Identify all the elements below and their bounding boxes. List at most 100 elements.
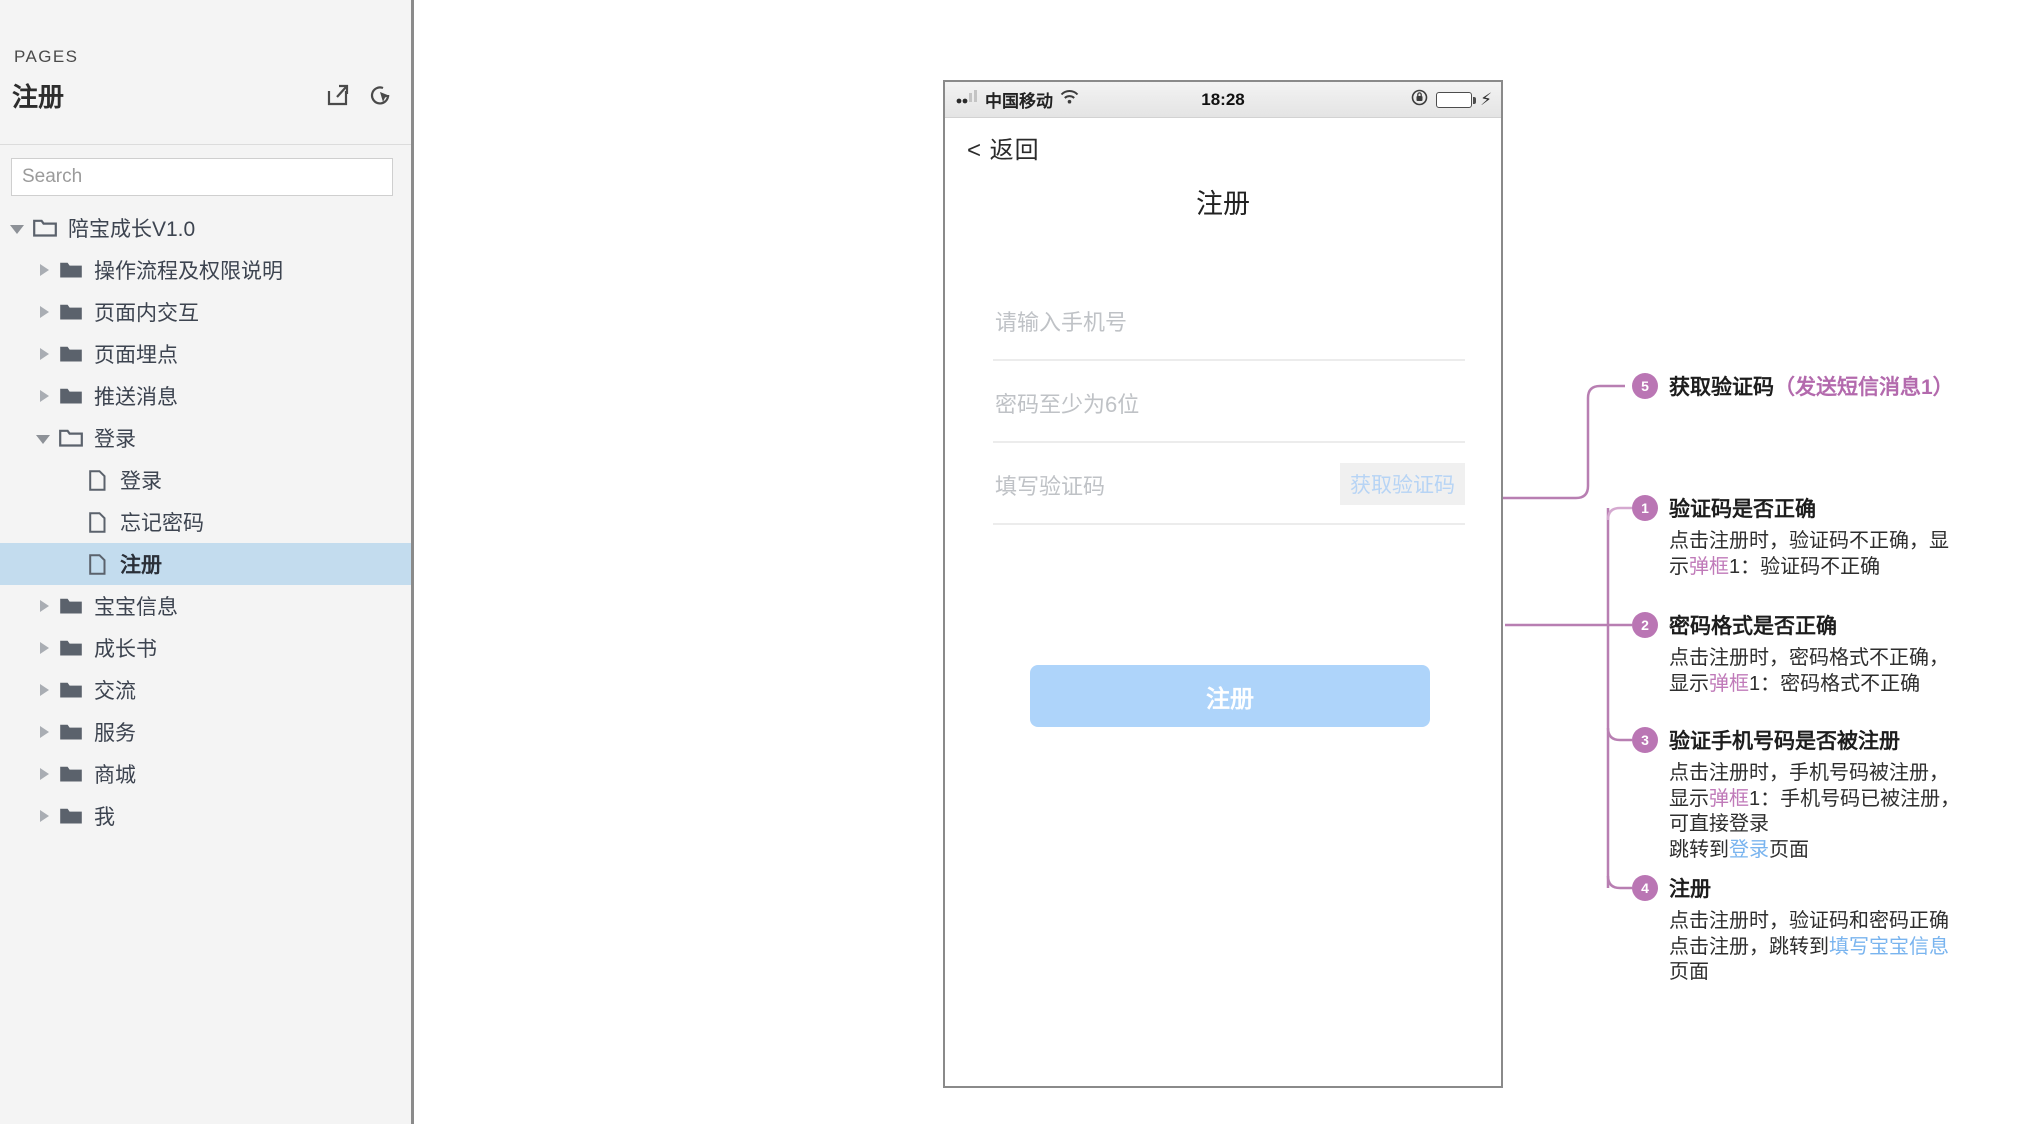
annotation-text: 1：手机号码已被注册， (1749, 787, 1961, 810)
annotation-text: 点击注册时，验证码不正确，显 (1669, 530, 1949, 552)
tree-item-8[interactable]: 忘记密码 (0, 501, 411, 543)
annotation-text: 1：验证码不正确 (1729, 555, 1881, 578)
annotation-badge: 5 (1632, 373, 1658, 399)
annotation-text: 示 (1669, 555, 1689, 578)
chevron-right-icon[interactable] (34, 711, 56, 753)
statusbar-right: ⚡ (1411, 89, 1492, 111)
export-icon[interactable] (327, 84, 349, 106)
verification-code-field[interactable]: 填写验证码 获取验证码 (993, 443, 1465, 525)
annotation-text: 可直接登录 (1669, 813, 1769, 836)
chevron-down-icon[interactable] (8, 207, 30, 249)
rotation-lock-icon (1411, 89, 1428, 111)
chevron-right-icon[interactable] (34, 375, 56, 417)
annotation-text: 点击注册时，手机号码被注册， (1669, 762, 1949, 784)
tree-item-14[interactable]: 商城 (0, 753, 411, 795)
annotation-body: 点击注册时，手机号码被注册， 显示弹框1：手机号码已被注册， 可直接登录 跳转到登录页… (1669, 761, 1960, 863)
folder-icon (56, 386, 86, 406)
annotation-2: 2 密码格式是否正确 点击注册时，密码格式不正确， 显示弹框1：密码格式不正确 (1632, 610, 1949, 697)
chevron-right-icon[interactable] (34, 291, 56, 333)
annotation-text: 点击注册，跳转到 (1669, 935, 1829, 958)
chevron-right-icon[interactable] (34, 585, 56, 627)
annotation-line: 跳转到登录页面 (1669, 838, 1960, 864)
tree-item-15[interactable]: 我 (0, 795, 411, 837)
tree-item-1[interactable]: 陪宝成长V1.0 (0, 207, 411, 249)
tree-item-label: 注册 (120, 554, 162, 577)
tree-item-3[interactable]: 页面内交互 (0, 291, 411, 333)
annotation-title-note: （发送短信消息1） (1774, 376, 1954, 399)
annotation-line: 点击注册，跳转到填写宝宝信息 (1669, 935, 1949, 961)
page-icon (82, 469, 112, 491)
register-button[interactable]: 注册 (1030, 665, 1430, 727)
tree-item-label: 宝宝信息 (94, 596, 178, 619)
folder-icon (56, 806, 86, 826)
annotation-line: 显示弹框1：手机号码已被注册， (1669, 787, 1960, 813)
back-button[interactable]: < 返回 (967, 130, 1040, 165)
annotation-header: 3 验证手机号码是否被注册 (1632, 725, 1960, 755)
password-field[interactable]: 密码至少为6位 (993, 361, 1465, 443)
pages-sidebar: PAGES 注册 陪宝成长V1.0 操作流程及权限说明页面内交互页面埋点推送消息登… (0, 0, 414, 1124)
tree-item-13[interactable]: 服务 (0, 711, 411, 753)
tree-item-11[interactable]: 成长书 (0, 627, 411, 669)
highlight-dialog-ref: 弹框 (1709, 787, 1749, 810)
annotation-text: 跳转到 (1669, 838, 1729, 861)
tree-item-10[interactable]: 宝宝信息 (0, 585, 411, 627)
sidebar-header-actions (327, 84, 393, 106)
annotation-line: 示弹框1：验证码不正确 (1669, 555, 1949, 581)
tree-item-label: 页面内交互 (94, 302, 199, 325)
get-verification-code-button[interactable]: 获取验证码 (1340, 463, 1465, 505)
highlight-page-link[interactable]: 登录 (1729, 839, 1769, 861)
annotation-text: 显示 (1669, 672, 1709, 695)
annotation-text: 显示 (1669, 787, 1709, 810)
chevron-right-icon[interactable] (34, 627, 56, 669)
preview-icon[interactable] (369, 84, 393, 106)
tree-item-label: 忘记密码 (120, 512, 204, 535)
annotation-text: 页面 (1769, 838, 1809, 861)
chevron-down-icon[interactable] (34, 417, 56, 459)
tree-item-label: 推送消息 (94, 386, 178, 409)
folder-icon (56, 302, 86, 322)
phone-number-field[interactable]: 请输入手机号 (993, 279, 1465, 361)
field-underline (993, 523, 1465, 525)
charging-icon: ⚡ (1480, 90, 1492, 109)
tree-item-9[interactable]: 注册 (0, 543, 411, 585)
annotation-text: 页面 (1669, 961, 1709, 984)
chevron-right-icon[interactable] (34, 669, 56, 711)
chevron-right-icon[interactable] (34, 753, 56, 795)
highlight-page-link[interactable]: 填写宝宝信息 (1829, 936, 1949, 958)
tree-item-label: 成长书 (94, 638, 157, 661)
tree-item-label: 我 (94, 806, 115, 829)
chevron-right-icon[interactable] (34, 249, 56, 291)
tree-item-12[interactable]: 交流 (0, 669, 411, 711)
password-placeholder: 密码至少为6位 (995, 392, 1140, 417)
phone-statusbar: 中国移动 18:28 ⚡ (945, 82, 1501, 118)
tree-item-6[interactable]: 登录 (0, 417, 411, 459)
tree-item-2[interactable]: 操作流程及权限说明 (0, 249, 411, 291)
folder-open-icon (56, 428, 86, 448)
tree-item-label: 陪宝成长V1.0 (68, 218, 196, 241)
search-input[interactable] (11, 158, 393, 196)
tree-item-4[interactable]: 页面埋点 (0, 333, 411, 375)
annotation-line: 点击注册时，手机号码被注册， (1669, 761, 1960, 787)
chevron-right-icon[interactable] (34, 333, 56, 375)
tree-item-7[interactable]: 登录 (0, 459, 411, 501)
annotation-text: 点击注册时，密码格式不正确， (1669, 647, 1949, 669)
tree-item-5[interactable]: 推送消息 (0, 375, 411, 417)
annotation-badge: 3 (1632, 727, 1658, 753)
annotation-line: 显示弹框1：密码格式不正确 (1669, 672, 1949, 698)
annotation-title: 验证码是否正确 (1669, 498, 1816, 521)
tree-item-label: 页面埋点 (94, 344, 178, 367)
tree-item-label: 登录 (94, 428, 136, 451)
annotation-badge: 4 (1632, 875, 1658, 901)
annotation-title: 验证手机号码是否被注册 (1669, 730, 1900, 753)
phone-number-placeholder: 请输入手机号 (995, 310, 1128, 335)
annotation-title: 获取验证码（发送短信消息1） (1669, 376, 1954, 399)
annotation-header: 5 获取验证码（发送短信消息1） (1632, 371, 1954, 401)
folder-icon (56, 260, 86, 280)
annotation-line: 点击注册时，密码格式不正确， (1669, 646, 1949, 672)
annotation-header: 4 注册 (1632, 873, 1949, 903)
annotation-line: 页面 (1669, 960, 1949, 986)
chevron-right-icon[interactable] (34, 795, 56, 837)
